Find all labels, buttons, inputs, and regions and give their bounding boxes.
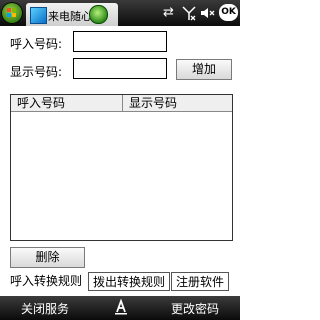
tab-outgoing-rules[interactable]: 拨出转换规则	[88, 272, 170, 291]
incoming-number-label: 呼入号码:	[10, 37, 63, 51]
list-header: 呼入号码 显示号码	[11, 95, 232, 112]
volume-icon[interactable]	[199, 5, 215, 26]
add-button[interactable]: 增加	[176, 59, 232, 80]
signal-icon[interactable]	[181, 5, 197, 26]
incoming-number-input[interactable]	[73, 31, 167, 52]
tab-incoming-rules[interactable]: 呼入转换规则	[5, 272, 87, 291]
windows-flag-icon	[7, 8, 17, 18]
column-header-incoming[interactable]: 呼入号码	[11, 95, 123, 111]
ok-button[interactable]: OK	[219, 4, 238, 21]
display-number-label: 显示号码:	[10, 65, 63, 79]
delete-button[interactable]: 删除	[10, 247, 85, 268]
column-header-display[interactable]: 显示号码	[123, 95, 233, 111]
keyboard-icon[interactable]	[113, 299, 129, 315]
tab-register[interactable]: 注册软件	[171, 272, 229, 291]
data-arrows-icon[interactable]: ⇄	[163, 5, 174, 21]
phone-icon[interactable]	[89, 5, 108, 24]
start-button[interactable]	[1, 2, 23, 24]
soft-key-bar: 关闭服务 更改密码	[0, 296, 240, 320]
title-bar: 来电随心 ⇄ OK	[0, 0, 240, 26]
app-icon	[30, 7, 47, 24]
display-number-input[interactable]	[73, 58, 167, 79]
tab-strip: 呼入转换规则 拨出转换规则 注册软件	[0, 272, 240, 291]
change-password-softkey[interactable]: 更改密码	[171, 300, 219, 317]
close-service-softkey[interactable]: 关闭服务	[21, 300, 69, 317]
number-list[interactable]: 呼入号码 显示号码	[10, 94, 233, 241]
